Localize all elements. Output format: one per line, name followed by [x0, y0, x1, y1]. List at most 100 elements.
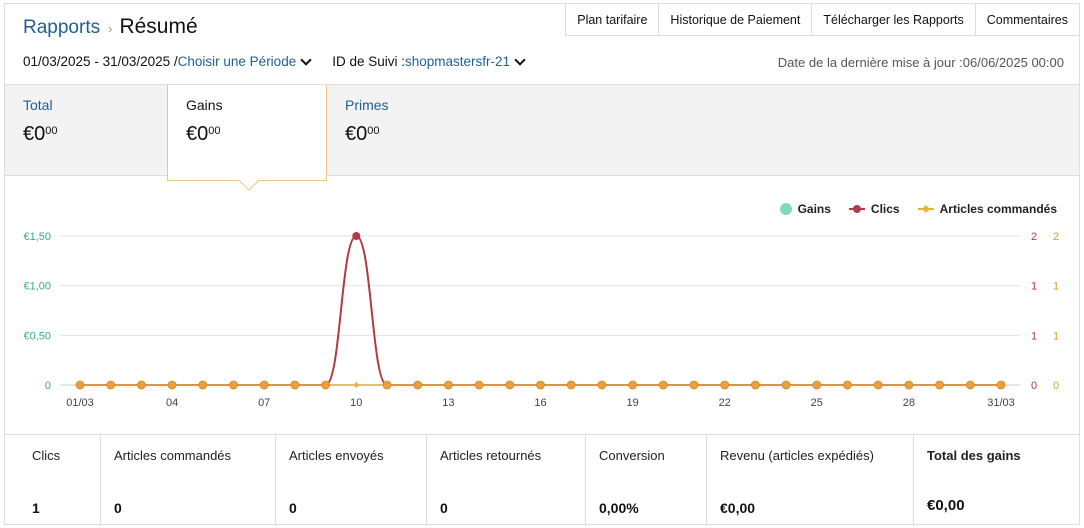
stat-label: Articles commandés — [114, 448, 232, 463]
legend-item-articles[interactable]: Articles commandés — [917, 202, 1057, 216]
data-point-clics — [321, 380, 331, 390]
data-point-clics — [843, 380, 852, 390]
data-point-articles — [353, 382, 360, 388]
data-point-clics — [751, 380, 760, 390]
data-point-clics — [413, 380, 423, 390]
data-point-clics — [198, 380, 208, 390]
page-title: Résumé — [119, 15, 198, 38]
stat-label: Articles retournés — [440, 448, 542, 463]
date-range-text: 01/03/2025 - 31/03/2025 / — [23, 54, 178, 69]
x-axis-tick-label: 07 — [258, 397, 270, 409]
x-axis-tick-label: 04 — [166, 397, 178, 409]
stat-value: €0,00 — [720, 500, 756, 516]
stat-value: 0 — [114, 500, 122, 516]
stat-value: 1 — [32, 500, 40, 516]
summary-card-value: €000 — [345, 123, 380, 145]
summary-card-value: €000 — [23, 123, 58, 145]
x-axis-tick-label: 16 — [534, 397, 546, 409]
summary-card-total[interactable]: Total €000 — [5, 85, 165, 175]
data-point-clics — [167, 380, 177, 390]
data-point-clics — [689, 380, 699, 390]
data-point-clics — [106, 380, 116, 390]
data-point-clics — [628, 380, 637, 390]
summary-card-label: Gains — [186, 97, 223, 113]
legend-label: Gains — [797, 202, 831, 216]
data-point-clics — [965, 380, 975, 390]
summary-band: Total €000 Gains €000 Primes €000 — [5, 84, 1079, 191]
data-point-clics — [443, 380, 453, 390]
data-point-clics — [290, 380, 300, 390]
chevron-down-icon[interactable] — [514, 53, 526, 66]
data-point-clics — [75, 380, 85, 390]
line-marker-icon — [848, 205, 865, 213]
y-axis-right-articles-tick-label: 2 — [1053, 231, 1059, 243]
data-point-clics — [720, 380, 730, 390]
summary-card-value: €000 — [186, 123, 221, 145]
data-point-clics — [904, 380, 914, 390]
breadcrumb-reports-link[interactable]: Rapports — [23, 17, 100, 39]
stat-label: Revenu (articles expédiés) — [720, 448, 874, 463]
diamond-marker-icon — [917, 205, 934, 213]
comments-button[interactable]: Commentaires — [975, 3, 1080, 36]
tracking-id-value[interactable]: shopmastersfr-21 — [405, 54, 510, 69]
stat-value: 0 — [289, 500, 297, 516]
download-reports-button[interactable]: Télécharger les Rapports — [812, 3, 976, 36]
payment-history-button[interactable]: Historique de Paiement — [659, 3, 813, 36]
data-point-clics — [781, 380, 791, 390]
y-axis-right-clics-tick-label: 0 — [1031, 380, 1037, 392]
legend-label: Clics — [870, 202, 900, 216]
x-axis-tick-label: 10 — [350, 397, 362, 409]
line-chart: 0 0 0€0,50 1 1€1,00 1 1€1,50 2 201/03 04 07 10 13 16 1… — [23, 231, 1059, 409]
stat-value: 0,00% — [599, 500, 639, 516]
data-point-clics — [566, 380, 576, 390]
last-update-text: Date de la dernière mise à jour :06/06/2… — [777, 55, 1064, 70]
active-card-pointer — [239, 171, 259, 191]
summary-card-label: Total — [23, 97, 53, 113]
top-toolbar: Plan tarifaire Historique de Paiement Té… — [565, 3, 1080, 36]
data-point-clics — [536, 380, 545, 390]
tracking-id-selector[interactable]: ID de Suivi : shopmastersfr-21 — [332, 53, 528, 69]
data-point-clics — [136, 380, 146, 390]
data-point-clics — [873, 380, 883, 390]
y-axis-right-clics-tick-label: 2 — [1031, 231, 1037, 243]
breadcrumb-separator-icon: › — [108, 21, 113, 36]
pricing-plan-button[interactable]: Plan tarifaire — [565, 3, 660, 36]
data-point-clics — [229, 380, 238, 390]
chart-legend: Gains Clics Articles commandés — [762, 202, 1057, 216]
x-axis-tick-label: 31/03 — [987, 397, 1015, 409]
summary-card-label: Primes — [345, 97, 389, 113]
circle-marker-icon — [779, 203, 792, 215]
data-point-clics — [352, 232, 361, 240]
y-axis-right-clics-tick-label: 1 — [1031, 281, 1037, 293]
stat-label: Total des gains — [927, 448, 1021, 463]
filters-bar: 01/03/2025 - 31/03/2025 / Choisir une Pé… — [23, 53, 528, 69]
data-point-clics — [259, 380, 269, 390]
data-point-clics — [935, 380, 944, 390]
stat-revenue: Revenu (articles expédiés) €0,00 — [707, 435, 914, 526]
stat-label: Conversion — [599, 448, 665, 463]
y-axis-right-articles-tick-label: 1 — [1053, 281, 1059, 293]
y-axis-right-articles-tick-label: 1 — [1053, 330, 1059, 342]
stat-returned: Articles retournés 0 — [427, 435, 586, 526]
stat-shipped: Articles envoyés 0 — [276, 435, 427, 526]
legend-item-gains[interactable]: Gains — [779, 202, 831, 216]
x-axis-tick-label: 28 — [903, 397, 915, 409]
stat-total-earnings: Total des gains €0,00 — [914, 435, 1079, 526]
y-axis-right-articles-tick-label: 0 — [1053, 380, 1059, 392]
x-axis-tick-label: 01/03 — [66, 397, 94, 409]
stat-label: Clics — [32, 448, 61, 463]
stat-conversion: Conversion 0,00% — [586, 435, 707, 526]
data-point-clics — [597, 380, 607, 390]
summary-card-primes[interactable]: Primes €000 — [327, 85, 487, 175]
x-axis-tick-label: 25 — [811, 397, 823, 409]
stat-clicks: Clics 1 — [5, 435, 101, 526]
stat-value: 0 — [440, 500, 448, 516]
breadcrumb: Rapports › Résumé — [23, 15, 198, 39]
chevron-down-icon[interactable] — [300, 53, 312, 66]
data-point-clics — [812, 380, 822, 390]
legend-item-clics[interactable]: Clics — [848, 202, 900, 216]
stat-ordered: Articles commandés 0 — [101, 435, 276, 526]
summary-card-gains[interactable]: Gains €000 — [167, 85, 327, 191]
data-point-clics — [996, 380, 1006, 390]
period-selector[interactable]: Choisir une Période — [178, 54, 297, 69]
